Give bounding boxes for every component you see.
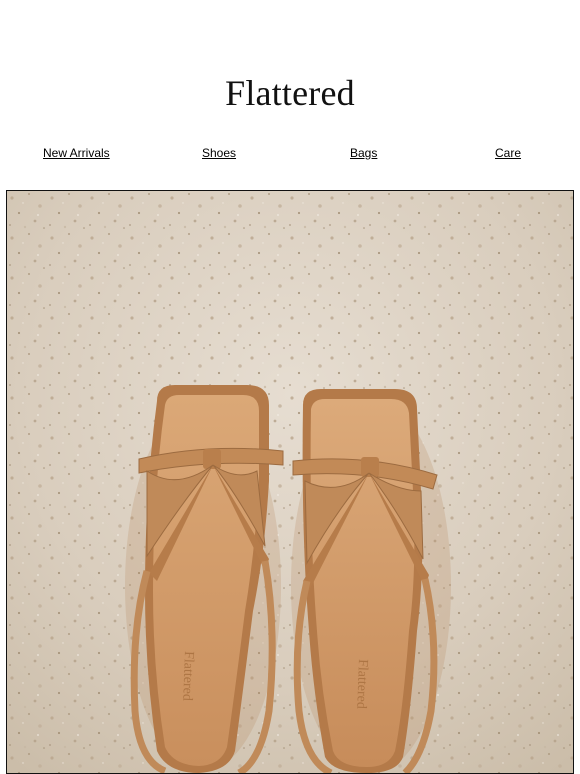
brand-logo[interactable]: Flattered (0, 72, 580, 114)
sandals-photo: Flattered Flattered (7, 191, 573, 773)
main-nav: New Arrivals Shoes Bags Care (0, 146, 580, 166)
hero-image[interactable]: Flattered Flattered (6, 190, 574, 774)
nav-link-care[interactable]: Care (495, 146, 521, 160)
email-header: Flattered (0, 0, 580, 140)
nav-link-shoes[interactable]: Shoes (202, 146, 236, 160)
nav-link-bags[interactable]: Bags (350, 146, 377, 160)
right-insole-logo: Flattered (353, 659, 370, 709)
left-insole-logo: Flattered (179, 651, 196, 701)
nav-link-new-arrivals[interactable]: New Arrivals (43, 146, 110, 160)
